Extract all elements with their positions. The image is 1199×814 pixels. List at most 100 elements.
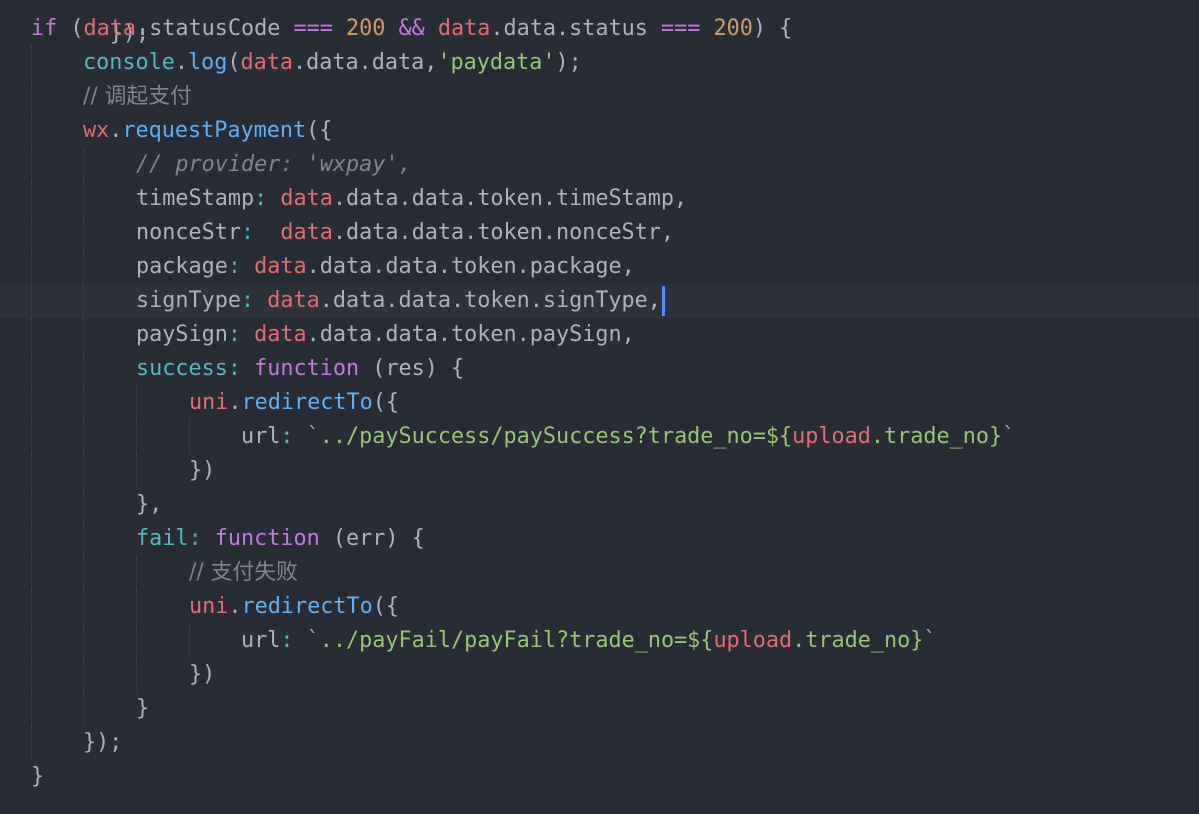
code-line-9[interactable]: package: data.data.data.token.package, <box>0 250 1199 284</box>
code-line-24[interactable]: } <box>0 760 1199 794</box>
token-punctuation: . <box>228 594 242 619</box>
token-property: .statusCode <box>136 16 294 41</box>
token-number: 200 <box>345 16 386 41</box>
code-line-21[interactable]: }) <box>0 658 1199 692</box>
token-comment: // 支付失败 <box>189 560 298 585</box>
token-variable: uni <box>189 594 229 619</box>
code-line-19[interactable]: uni.redirectTo({ <box>0 590 1199 624</box>
token-template-string: .trade_no <box>792 628 911 653</box>
token-key: url <box>241 628 281 653</box>
token-punctuation: ({ <box>372 594 399 619</box>
indent-guide <box>136 386 137 420</box>
code-text: url: `../payFail/payFail?trade_no=${uplo… <box>241 624 937 658</box>
code-line-8[interactable]: nonceStr: data.data.data.token.nonceStr, <box>0 216 1199 250</box>
indent-guide <box>83 658 84 692</box>
token-colon: : <box>188 526 215 551</box>
indent-guide <box>31 216 32 250</box>
indent-guide <box>31 590 32 624</box>
code-line-23[interactable]: }); <box>0 726 1199 760</box>
code-text: // provider: 'wxpay', <box>136 148 412 182</box>
code-line-3[interactable]: console.log(data.data.data,'paydata'); <box>0 46 1199 80</box>
indent-guide <box>83 522 84 556</box>
indent-guide <box>31 658 32 692</box>
indent-guide <box>136 590 137 624</box>
indent-guide <box>83 556 84 590</box>
token-punctuation: }) <box>189 662 216 687</box>
code-line-20[interactable]: url: `../payFail/payFail?trade_no=${uplo… <box>0 624 1199 658</box>
token-keyword: if <box>31 16 58 41</box>
indent-guide <box>83 624 84 658</box>
code-line-6[interactable]: // provider: 'wxpay', <box>0 148 1199 182</box>
token-colon: : <box>240 288 268 313</box>
indent-guide <box>83 590 84 624</box>
code-text: }) <box>189 658 215 692</box>
token-params: (err) { <box>319 526 425 551</box>
indent-guide <box>83 386 84 420</box>
token-punctuation: ({ <box>372 390 399 415</box>
code-text: fail: function (err) { <box>136 522 425 556</box>
code-text: }) <box>189 454 215 488</box>
indent-guide <box>136 624 137 658</box>
code-line-16[interactable]: }, <box>0 488 1199 522</box>
token-colon: : <box>254 186 281 211</box>
code-line-13[interactable]: uni.redirectTo({ <box>0 386 1199 420</box>
token-punctuation: }) <box>189 458 216 483</box>
token-variable: upload <box>792 424 871 449</box>
token-property: .data.data.token.paySign, <box>306 322 635 347</box>
code-line-17[interactable]: fail: function (err) { <box>0 522 1199 556</box>
token-comment: // 调起支付 <box>83 84 192 109</box>
indent-guide <box>83 182 84 216</box>
code-line-12[interactable]: success: function (res) { <box>0 352 1199 386</box>
token-template-string: .trade_no <box>870 424 990 449</box>
code-line-22[interactable]: } <box>0 692 1199 726</box>
code-line-7[interactable]: timeStamp: data.data.data.token.timeStam… <box>0 182 1199 216</box>
code-text: signType: data.data.data.token.signType, <box>136 284 665 318</box>
indent-guide <box>31 420 32 454</box>
token-key: package <box>136 254 228 279</box>
code-line-5[interactable]: wx.requestPayment({ <box>0 114 1199 148</box>
indent-guide <box>136 420 137 454</box>
token-key: signType <box>136 288 241 313</box>
token-colon: : <box>227 254 255 279</box>
token-variable: data <box>254 254 307 279</box>
code-text: success: function (res) { <box>136 352 464 386</box>
code-text: // 调起支付 <box>83 80 192 114</box>
code-text: paySign: data.data.data.token.paySign, <box>136 318 635 352</box>
code-text: if (data.statusCode === 200 && data.data… <box>31 12 792 46</box>
token-function: requestPayment <box>122 118 307 143</box>
indent-guide <box>136 454 137 488</box>
text-cursor <box>661 286 665 316</box>
code-line-4[interactable]: // 调起支付 <box>0 80 1199 114</box>
token-comment: // provider: 'wxpay', <box>136 152 412 177</box>
indent-guide <box>83 284 84 318</box>
code-text: url: `../paySuccess/paySuccess?trade_no=… <box>241 420 1015 454</box>
indent-guide <box>31 284 32 318</box>
token-variable: data <box>280 220 333 245</box>
token-punctuation: ) { <box>752 16 793 41</box>
token-operator: === <box>293 16 333 41</box>
indent-guide <box>136 658 137 692</box>
token-params: (res) { <box>359 356 465 381</box>
token-variable: uni <box>189 390 229 415</box>
token-variable: wx <box>83 118 110 143</box>
token-property: .data.status <box>490 16 661 41</box>
indent-guide <box>31 692 32 726</box>
token-function: redirectTo <box>241 390 373 415</box>
code-editor[interactable]: }); if (data.statusCode === 200 && data.… <box>0 0 1199 814</box>
code-line-14[interactable]: url: `../paySuccess/paySuccess?trade_no=… <box>0 420 1199 454</box>
code-line-2[interactable]: if (data.statusCode === 200 && data.data… <box>0 12 1199 46</box>
code-text: }, <box>136 488 162 522</box>
indent-guide <box>31 114 32 148</box>
indent-guide <box>83 148 84 182</box>
indent-guide <box>31 318 32 352</box>
code-line-10-active[interactable]: signType: data.data.data.token.signType, <box>0 284 1199 318</box>
code-line-18[interactable]: // 支付失败 <box>0 556 1199 590</box>
code-line-11[interactable]: paySign: data.data.data.token.paySign, <box>0 318 1199 352</box>
code-text: uni.redirectTo({ <box>189 590 399 624</box>
indent-guide <box>31 556 32 590</box>
token-template-string: }` <box>910 628 937 653</box>
code-line-15[interactable]: }) <box>0 454 1199 488</box>
